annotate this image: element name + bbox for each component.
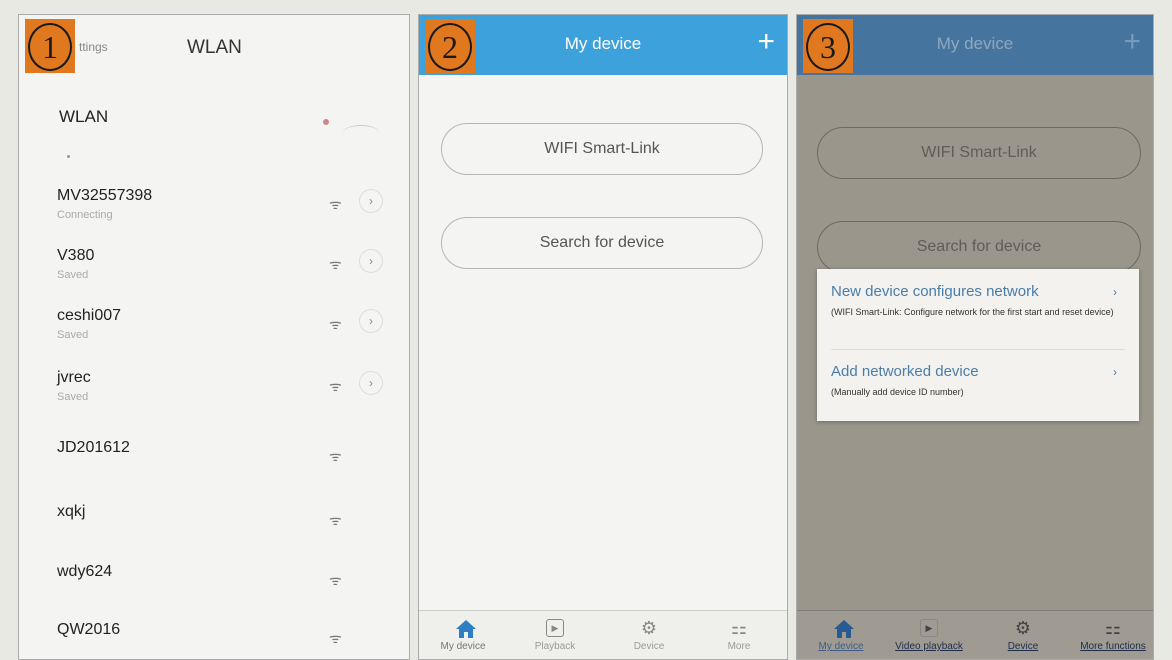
add-button[interactable]: +	[1123, 27, 1141, 57]
wifi-lock-icon: ᯤ	[329, 572, 342, 588]
step-badge-2: 2	[425, 19, 475, 73]
tab-my-device[interactable]: My device	[801, 611, 881, 659]
add-device-popup-screen: 3 My device + WIFI Smart-Link Search for…	[796, 14, 1154, 660]
wifi-lock-icon: ᯤ	[329, 512, 342, 528]
wifi-lock-icon: ᯤ	[329, 316, 342, 332]
tab-bar: My device ▶ Video playback ⚙ Device ⚏ Mo…	[797, 610, 1153, 659]
chevron-right-icon[interactable]: ›	[359, 249, 383, 273]
network-name: JD201612	[57, 439, 130, 456]
network-item[interactable]: wdy624 ᯤ	[57, 563, 397, 611]
page-title: WLAN	[187, 37, 242, 58]
add-button[interactable]: +	[757, 27, 775, 57]
wifi-lock-icon: ᯤ	[329, 448, 342, 464]
divider-dot	[67, 155, 70, 158]
chevron-right-icon: ›	[1113, 365, 1117, 379]
gear-icon: ⚙	[640, 618, 658, 638]
menu-item-title: New device configures network	[831, 283, 1039, 300]
network-item[interactable]: V380 Saved ᯤ ›	[57, 247, 397, 295]
play-icon: ▶	[543, 617, 567, 639]
wifi-smart-link-button[interactable]: WIFI Smart-Link	[441, 123, 763, 175]
menu-item-title: Add networked device	[831, 363, 979, 380]
tab-more-functions[interactable]: ⚏ More functions	[1073, 611, 1153, 659]
network-name: xqkj	[57, 503, 86, 520]
menu-item-subtitle: (WIFI Smart-Link: Configure network for …	[831, 307, 1114, 317]
chevron-right-icon[interactable]: ›	[359, 371, 383, 395]
network-name: V380	[57, 247, 95, 264]
tab-label: More functions	[1080, 641, 1146, 652]
chevron-right-icon: ›	[1113, 285, 1117, 299]
add-device-menu: New device configures network › (WIFI Sm…	[817, 269, 1139, 421]
gear-icon: ⚙	[1014, 618, 1032, 638]
more-grid-icon: ⚏	[1104, 618, 1122, 638]
network-name: wdy624	[57, 563, 113, 580]
step-number: 3	[806, 23, 850, 71]
home-icon	[829, 617, 854, 639]
tab-more[interactable]: ⚏ More	[699, 611, 779, 659]
network-status: Saved	[57, 269, 89, 281]
wifi-smart-link-button[interactable]: WIFI Smart-Link	[817, 127, 1141, 179]
network-item[interactable]: jvrec Saved ᯤ ›	[57, 369, 397, 417]
search-device-button[interactable]: Search for device	[817, 221, 1141, 273]
my-device-screen: 2 My device + WIFI Smart-Link Search for…	[418, 14, 788, 660]
play-icon: ▶	[917, 617, 941, 639]
chevron-right-icon[interactable]: ›	[359, 189, 383, 213]
network-item[interactable]: ceshi007 Saved ᯤ ›	[57, 307, 397, 355]
wlan-settings-screen: 1 ttings WLAN WLAN MV32557398 Connecting…	[18, 14, 410, 660]
tab-my-device[interactable]: My device	[423, 611, 503, 659]
tab-device[interactable]: ⚙ Device	[983, 611, 1063, 659]
wlan-header: ttings WLAN	[19, 15, 409, 79]
network-item[interactable]: QW2016 ᯤ	[57, 621, 397, 659]
network-name: jvrec	[57, 369, 91, 386]
more-grid-icon: ⚏	[730, 618, 748, 638]
search-device-button[interactable]: Search for device	[441, 217, 763, 269]
network-name: QW2016	[57, 621, 121, 638]
network-name: MV32557398	[57, 187, 153, 204]
back-button[interactable]: ttings	[79, 40, 108, 54]
menu-divider	[831, 349, 1125, 350]
chevron-right-icon[interactable]: ›	[359, 309, 383, 333]
tab-label: Device	[1007, 641, 1039, 652]
step-number: 1	[28, 23, 72, 71]
step-badge-1: 1	[25, 19, 75, 73]
wifi-lock-icon: ᯤ	[329, 630, 342, 646]
tab-label: More	[727, 641, 751, 652]
tab-label: My device	[440, 641, 486, 652]
network-item[interactable]: JD201612 ᯤ	[57, 439, 397, 487]
tab-label: Device	[633, 641, 665, 652]
wlan-toggle-label: WLAN	[59, 107, 109, 126]
network-status: Connecting	[57, 209, 113, 221]
network-name: ceshi007	[57, 307, 122, 324]
tab-label: Video playback	[895, 641, 963, 652]
home-icon	[451, 617, 476, 639]
network-item[interactable]: MV32557398 Connecting ᯤ ›	[57, 187, 397, 235]
wifi-lock-icon: ᯤ	[329, 378, 342, 394]
tab-label: My device	[818, 641, 864, 652]
wifi-lock-icon: ᯤ	[329, 256, 342, 272]
network-status: Saved	[57, 391, 89, 403]
tab-video-playback[interactable]: ▶ Video playback	[889, 611, 969, 659]
wlan-toggle[interactable]	[319, 115, 379, 135]
tab-label: Playback	[534, 641, 576, 652]
network-status: Saved	[57, 329, 89, 341]
menu-item-subtitle: (Manually add device ID number)	[831, 387, 964, 397]
step-number: 2	[428, 23, 472, 71]
tab-playback[interactable]: ▶ Playback	[515, 611, 595, 659]
step-badge-3: 3	[803, 19, 853, 73]
tab-bar: My device ▶ Playback ⚙ Device ⚏ More	[419, 610, 787, 659]
tab-device[interactable]: ⚙ Device	[609, 611, 689, 659]
wifi-lock-icon: ᯤ	[329, 196, 342, 212]
network-item[interactable]: xqkj ᯤ	[57, 503, 397, 551]
